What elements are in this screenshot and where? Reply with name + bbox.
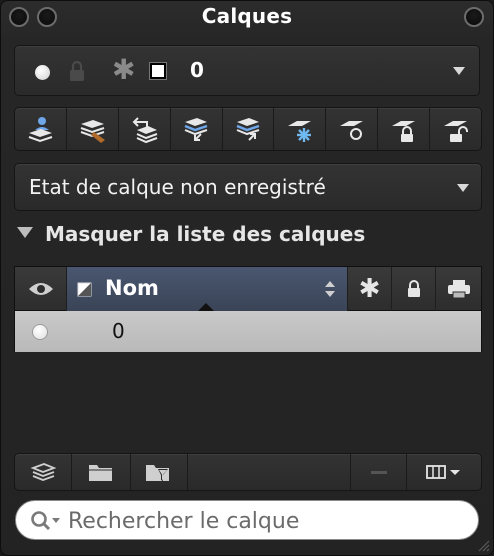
layer-manager-button[interactable] xyxy=(15,454,72,490)
columns-menu-icon xyxy=(426,465,460,479)
unlock-layer-icon xyxy=(443,121,468,142)
disclosure-triangle-icon xyxy=(17,227,33,238)
layer-previous-icon xyxy=(132,117,158,144)
search-input[interactable] xyxy=(68,506,468,536)
current-layer-dropdown[interactable]: ✱ 0 xyxy=(14,45,480,96)
chevron-down-icon xyxy=(457,184,469,192)
column-settings-button[interactable] xyxy=(407,454,481,490)
layer-off-button[interactable] xyxy=(326,108,379,150)
lock-icon xyxy=(407,280,420,297)
new-group-button[interactable] xyxy=(72,454,131,490)
visibility-on-icon[interactable] xyxy=(33,325,47,339)
chevron-down-icon xyxy=(453,67,465,75)
resize-grip-icon[interactable] xyxy=(476,538,490,552)
layer-state-dropdown[interactable]: Etat de calque non enregistré xyxy=(14,163,482,211)
minus-icon xyxy=(370,470,387,474)
new-layer-button[interactable] xyxy=(15,108,67,150)
column-name-header[interactable]: Nom xyxy=(67,267,348,311)
column-lock-header[interactable] xyxy=(392,267,436,311)
current-layer-name: 0 xyxy=(190,58,204,82)
window-title: Calques xyxy=(201,4,293,28)
layer-match-button[interactable] xyxy=(171,108,223,150)
title-bar: Calques xyxy=(1,1,493,35)
on-icon xyxy=(35,65,50,80)
search-field[interactable] xyxy=(15,500,479,540)
layer-toolbar xyxy=(14,107,482,151)
zoom-button[interactable] xyxy=(464,7,484,27)
sort-arrows-icon xyxy=(325,281,335,297)
unlock-layer-button[interactable] xyxy=(430,108,481,150)
layer-list-table: Nom ✱ 0 xyxy=(14,266,482,352)
layer-match-icon xyxy=(184,118,208,141)
layer-off-icon xyxy=(339,121,363,140)
layers-stack-icon xyxy=(30,463,56,481)
freeze-icon: ✱ xyxy=(112,53,136,86)
freeze-layer-button[interactable] xyxy=(274,108,327,150)
column-freeze-header[interactable]: ✱ xyxy=(348,267,392,311)
layer-previous-button[interactable] xyxy=(119,108,171,150)
layers-palette: Calques ✱ 0 Etat de calque non enregistr… xyxy=(0,0,494,556)
new-layer-icon xyxy=(29,117,53,143)
table-row[interactable]: 0 xyxy=(15,311,481,352)
layer-transfer-button[interactable] xyxy=(223,108,275,150)
toolbar-spacer xyxy=(188,454,351,490)
column-name-label: Nom xyxy=(105,276,159,300)
color-swatch-icon xyxy=(149,62,167,80)
lock-layer-icon xyxy=(391,121,415,142)
resize-handle-icon[interactable] xyxy=(198,303,214,311)
column-visibility-header[interactable] xyxy=(15,267,67,311)
column-plot-header[interactable] xyxy=(436,267,482,311)
bottom-toolbar xyxy=(14,453,482,491)
eye-icon xyxy=(28,283,53,295)
color-swatch-icon xyxy=(77,282,92,297)
hide-layer-list-toggle[interactable]: Masquer la liste des calques xyxy=(17,222,365,246)
lock-icon xyxy=(70,60,84,81)
delete-layer-button[interactable] xyxy=(351,454,407,490)
search-icon xyxy=(31,511,60,531)
printer-icon xyxy=(448,280,470,299)
folder-icon xyxy=(89,465,112,481)
filter-folder-icon xyxy=(146,465,169,481)
purge-layer-button[interactable] xyxy=(67,108,119,150)
freeze-icon: ✱ xyxy=(358,274,381,304)
purge-layer-icon xyxy=(80,120,106,143)
layer-transfer-icon xyxy=(236,118,260,141)
hide-layer-list-label: Masquer la liste des calques xyxy=(45,222,366,246)
table-header: Nom ✱ xyxy=(15,267,481,311)
new-filter-group-button[interactable] xyxy=(131,454,188,490)
freeze-layer-icon xyxy=(287,121,311,142)
layer-state-value: Etat de calque non enregistré xyxy=(29,175,326,199)
layer-name-cell: 0 xyxy=(112,319,125,343)
lock-layer-button[interactable] xyxy=(378,108,431,150)
